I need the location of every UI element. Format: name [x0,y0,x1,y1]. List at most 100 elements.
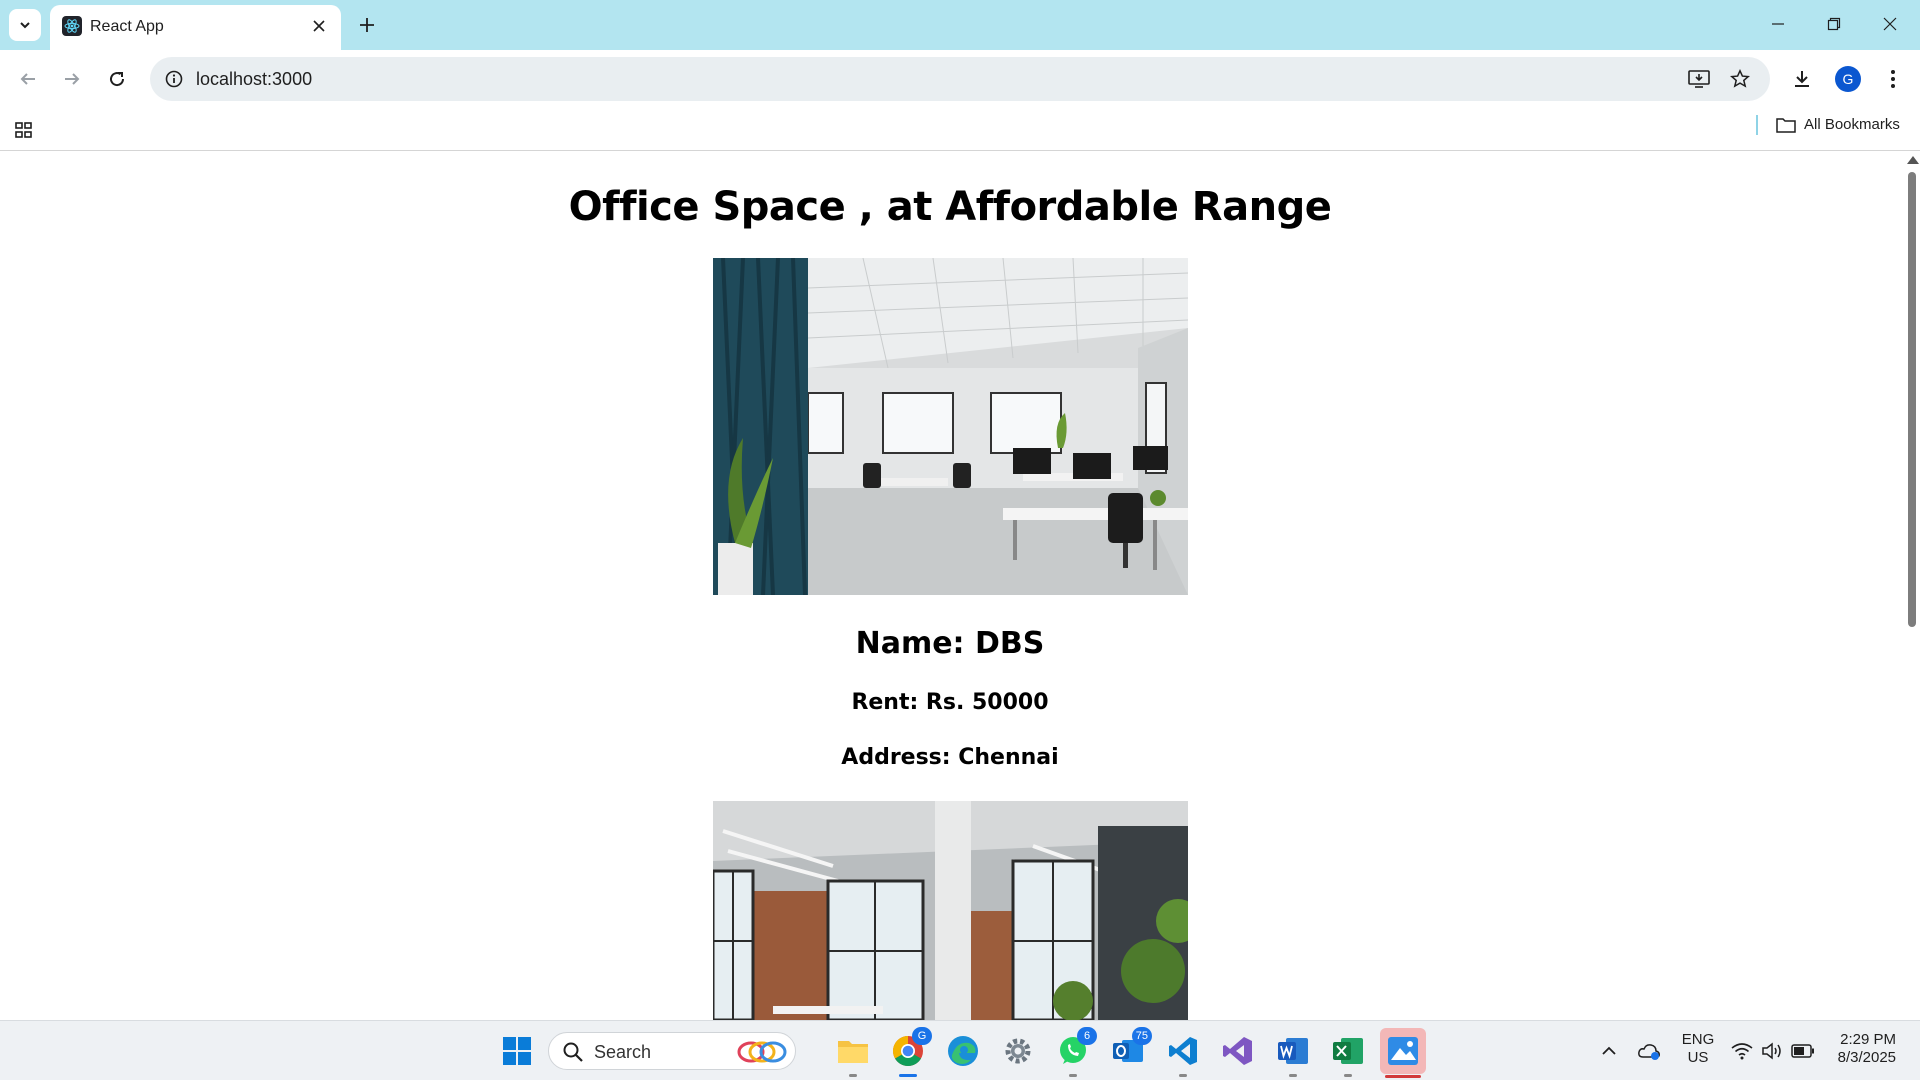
listing-rent: Rent: Rs. 50000 [0,690,1900,715]
plus-icon [360,18,374,32]
profile-avatar[interactable]: G [1835,66,1861,92]
tab-close-button[interactable] [309,16,329,36]
volume-button[interactable] [1760,1031,1784,1071]
url-text[interactable]: localhost:3000 [196,69,312,90]
chrome-button[interactable]: G [888,1027,932,1077]
new-tab-button[interactable] [351,9,383,41]
tab-search-button[interactable] [9,9,41,41]
edge-button[interactable] [943,1031,983,1071]
time-label: 2:29 PM [1840,1031,1896,1048]
reload-button[interactable] [100,62,134,96]
site-info-icon[interactable] [160,65,188,93]
downloads-button[interactable] [1785,62,1819,96]
arrow-right-icon [65,73,80,85]
onedrive-status-button[interactable] [1635,1031,1663,1071]
active-tab[interactable]: React App [50,5,341,50]
word-button[interactable] [1273,1031,1313,1077]
address-bar[interactable]: localhost:3000 [150,57,1770,101]
listing-name: Name: DBS [0,626,1900,661]
wifi-icon [1731,1043,1753,1060]
photos-button[interactable] [1380,1028,1426,1078]
bing-highlight-icon [737,1041,787,1063]
windows-taskbar: Search G 6 75 ENG US 2:29 PM 8/3/2025 [0,1020,1920,1080]
search-icon [563,1042,583,1062]
scroll-up-arrow-icon[interactable] [1907,156,1919,164]
close-icon [313,20,325,32]
restore-button[interactable] [1806,0,1862,48]
close-icon [1883,17,1897,31]
whatsapp-unread-badge: 6 [1077,1027,1097,1045]
vscode-button[interactable] [1163,1031,1203,1077]
taskbar-search[interactable]: Search [548,1032,796,1070]
rent-label: Rent: Rs. [851,690,965,715]
battery-icon [1791,1044,1814,1058]
scroll-thumb[interactable] [1908,172,1916,627]
edge-icon [948,1036,978,1066]
clock[interactable]: 2:29 PM 8/3/2025 [1826,1031,1896,1067]
rent-value: 50000 [972,690,1049,715]
visual-studio-icon [1223,1037,1252,1065]
cloud-icon [1638,1044,1660,1060]
react-icon [62,16,82,36]
region-label: US [1687,1049,1709,1066]
close-window-button[interactable] [1862,0,1918,48]
active-indicator [1385,1075,1421,1078]
tab-strip: React App [0,0,1920,50]
office-image [713,258,1188,595]
excel-icon [1333,1038,1363,1064]
word-icon [1278,1038,1308,1064]
apps-grid-icon[interactable] [12,118,36,142]
battery-button[interactable] [1790,1031,1816,1071]
restore-icon [1827,17,1841,31]
name-value: DBS [975,626,1045,661]
all-bookmarks-label: All Bookmarks [1804,116,1900,133]
running-indicator [1289,1074,1297,1077]
excel-button[interactable] [1328,1031,1368,1077]
office-image [713,801,1188,1020]
running-indicator [1069,1074,1077,1077]
back-button[interactable] [11,62,45,96]
install-app-icon[interactable] [1685,65,1713,93]
all-bookmarks-button[interactable]: All Bookmarks [1776,116,1900,133]
running-indicator [1344,1074,1352,1077]
download-icon [1795,71,1809,87]
photos-icon [1388,1037,1418,1065]
minimize-button[interactable] [1750,0,1806,48]
search-label: Search [594,1042,652,1062]
page-viewport: Office Space , at Affordable Range Name:… [0,152,1920,1020]
bookmarks-bar: All Bookmarks [0,107,1920,151]
screen: React App localhost:3000 G All Bookmarks… [0,0,1920,1080]
folder-icon [838,1041,868,1063]
whatsapp-button[interactable]: 6 [1053,1027,1097,1077]
arrow-left-icon [20,73,35,85]
menu-button[interactable] [1876,62,1910,96]
visual-studio-button[interactable] [1218,1031,1258,1071]
wifi-button[interactable] [1730,1031,1754,1071]
gear-icon [1005,1038,1031,1064]
chevron-down-icon [20,22,30,29]
bookmark-star-icon[interactable] [1726,65,1754,93]
windows-logo-icon [503,1037,531,1065]
browser-toolbar: localhost:3000 G [0,50,1920,107]
chevron-up-icon [1602,1046,1616,1055]
settings-button[interactable] [998,1031,1038,1071]
forward-button[interactable] [55,62,89,96]
running-indicator [849,1074,857,1077]
address-value: Chennai [958,745,1059,770]
tab-title: React App [90,18,164,35]
show-hidden-icons-button[interactable] [1597,1031,1621,1071]
page-scrollbar[interactable] [1904,152,1920,1020]
active-indicator [899,1074,917,1077]
chrome-profile-badge: G [912,1027,932,1045]
outlook-button[interactable]: 75 [1108,1027,1152,1071]
reload-icon [110,72,125,87]
file-explorer-button[interactable] [833,1031,873,1077]
date-label: 8/3/2025 [1837,1049,1896,1066]
page-title: Office Space , at Affordable Range [568,184,1332,230]
listing-address: Address: Chennai [0,745,1900,770]
running-indicator [1179,1074,1187,1077]
folder-icon [1776,117,1796,133]
start-button[interactable] [497,1031,537,1071]
name-label: Name: [855,626,965,661]
input-language-indicator[interactable]: ENG US [1680,1031,1716,1067]
